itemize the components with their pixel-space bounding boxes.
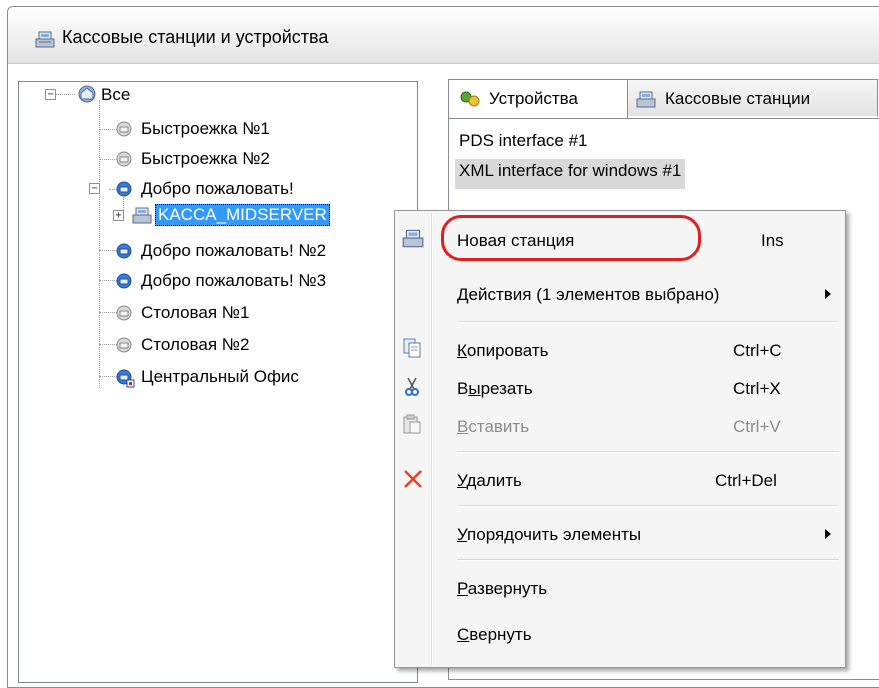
tree-item-label: Центральный Офис — [141, 367, 299, 386]
delete-x-icon — [401, 467, 425, 496]
station-blue-icon — [115, 272, 133, 295]
station-blue-icon — [115, 180, 133, 203]
menu-item-label: Удалить — [457, 471, 522, 490]
menu-separator — [457, 321, 839, 323]
menu-item-shortcut: Ctrl+C — [733, 341, 782, 360]
submenu-arrow-icon — [825, 529, 831, 539]
menu-item-expand[interactable]: Развернуть — [395, 567, 845, 607]
devices-icon — [459, 89, 481, 114]
cash-register-icon — [635, 89, 657, 114]
tree-item-station[interactable]: − Добро пожаловать! — [89, 178, 389, 200]
menu-item-label: Развернуть — [457, 579, 548, 598]
menu-item-collapse[interactable]: Свернуть — [395, 613, 845, 653]
menu-separator — [457, 505, 839, 507]
menu-item-shortcut: Ctrl+X — [733, 379, 781, 398]
tab-label: Кассовые станции — [665, 89, 811, 108]
window-titlebar: Кассовые станции и устройства — [8, 7, 879, 64]
tree-item-cash-register[interactable]: + KACCA_MIDSERVER — [113, 204, 413, 226]
menu-item-new-station[interactable]: Новая станция Ins — [395, 219, 845, 259]
tree-item-station[interactable]: Центральный Офис — [115, 366, 405, 388]
tree-item-label: Столовая №2 — [141, 335, 250, 354]
tab-devices[interactable]: Устройства — [448, 79, 628, 118]
expand-icon[interactable]: + — [113, 210, 124, 221]
menu-item-shortcut: Ctrl+Del — [715, 471, 777, 490]
window-title: Кассовые станции и устройства — [62, 27, 329, 47]
menu-item-label: Новая станция — [457, 231, 575, 250]
tree-item-station[interactable]: Добро пожаловать! №3 — [115, 270, 415, 292]
tree-item-label-selected: KACCA_MIDSERVER — [155, 204, 330, 226]
context-menu: Новая станция Ins Действия (1 элементов … — [394, 210, 846, 668]
station-gray-icon — [115, 150, 133, 173]
menu-item-label: Свернуть — [457, 625, 532, 644]
cash-register-icon — [34, 29, 56, 54]
station-gray-icon — [115, 120, 133, 143]
tree-item-root[interactable]: − Все — [45, 84, 185, 106]
menu-item-shortcut: Ins — [761, 231, 784, 250]
menu-item-label: Вырезать — [457, 379, 533, 398]
menu-item-delete[interactable]: Удалить Ctrl+Del — [395, 459, 845, 499]
tree-item-station[interactable]: Столовая №2 — [115, 334, 395, 356]
stations-tree[interactable]: − Все Быстроежка №1 Быстроежка №2 − Добр… — [18, 81, 418, 683]
paste-icon — [401, 413, 423, 440]
tree-item-station[interactable]: Добро пожаловать! №2 — [115, 240, 415, 262]
menu-item-sort[interactable]: Упорядочить элементы — [395, 513, 845, 553]
menu-item-label: Копировать — [457, 341, 549, 360]
tree-item-label: Добро пожаловать! — [141, 179, 294, 198]
tab-cash-stations[interactable]: Кассовые станции — [626, 79, 878, 116]
tree-item-label: Все — [101, 85, 131, 104]
scissors-icon — [401, 375, 423, 402]
tree-item-label: Быстроежка №2 — [141, 149, 270, 168]
menu-item-label: Вставить — [457, 417, 530, 436]
tree-item-station[interactable]: Столовая №1 — [115, 302, 395, 324]
tree-item-label: Столовая №1 — [141, 303, 250, 322]
tab-label: Устройства — [489, 89, 578, 108]
station-blue-icon — [115, 242, 133, 265]
menu-item-shortcut: Ctrl+V — [733, 417, 781, 436]
menu-separator — [457, 559, 839, 561]
collapse-icon[interactable]: − — [89, 183, 100, 194]
menu-item-actions[interactable]: Действия (1 элементов выбрано) — [395, 273, 845, 313]
tree-item-label: Быстроежка №1 — [141, 119, 270, 138]
tree-item-label: Добро пожаловать! №3 — [141, 271, 327, 290]
submenu-arrow-icon — [825, 289, 831, 299]
cash-register-icon — [131, 205, 153, 230]
menu-item-label: Упорядочить элементы — [457, 525, 642, 544]
device-item[interactable]: PDS interface #1 — [455, 129, 592, 159]
tree-item-station[interactable]: Быстроежка №2 — [115, 148, 395, 170]
station-office-icon — [115, 368, 135, 393]
menu-item-cut[interactable]: Вырезать Ctrl+X — [395, 367, 845, 407]
collapse-icon[interactable]: − — [45, 89, 56, 100]
cash-register-icon — [401, 227, 425, 254]
menu-separator — [457, 451, 839, 453]
station-gray-icon — [115, 304, 133, 327]
menu-item-label: Действия (1 элементов выбрано) — [457, 285, 720, 304]
tree-item-label: Добро пожаловать! №2 — [141, 241, 327, 260]
menu-item-copy[interactable]: Копировать Ctrl+C — [395, 329, 845, 369]
menu-item-paste[interactable]: Вставить Ctrl+V — [395, 405, 845, 445]
station-gray-icon — [115, 336, 133, 359]
copy-icon — [401, 337, 423, 364]
device-item-highlighted[interactable]: XML interface for windows #1 — [455, 159, 686, 189]
tree-item-station[interactable]: Быстроежка №1 — [115, 118, 395, 140]
globe-station-icon — [77, 84, 97, 109]
